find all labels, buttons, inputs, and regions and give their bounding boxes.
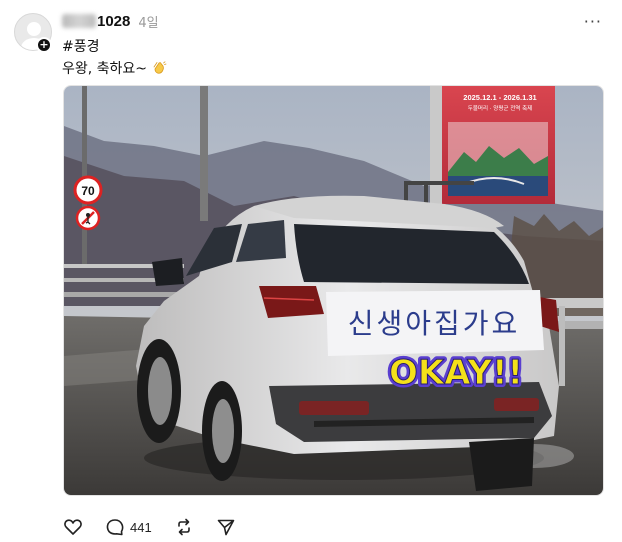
thread-post: + 1028 4일 ··· #풍경 우왕, 축하요~ 70 2025.12.1 …	[0, 0, 622, 542]
speed-limit-sign: 70	[81, 184, 95, 198]
post-timestamp[interactable]: 4일	[138, 12, 158, 31]
username-redacted	[62, 14, 96, 28]
hashtag-link[interactable]: #풍경	[62, 36, 100, 56]
comment-button[interactable]: 441	[105, 517, 152, 537]
share-button[interactable]	[216, 517, 236, 537]
clapping-hands-icon	[153, 61, 167, 74]
post-actions: 441	[63, 516, 258, 538]
car-photo: 70 2025.12.1 - 2026.1.31 두물머리 · 양평군 전역 축…	[64, 86, 603, 495]
comment-count: 441	[130, 519, 152, 535]
post-photo[interactable]: 70 2025.12.1 - 2026.1.31 두물머리 · 양평군 전역 축…	[63, 85, 604, 496]
okay-sticker: OKAY!!	[389, 353, 523, 393]
billboard-subtitle: 두물머리 · 양평군 전역 축제	[468, 104, 532, 112]
avatar[interactable]: +	[14, 13, 54, 53]
post-caption: 우왕, 축하요~	[62, 58, 167, 78]
send-icon	[217, 519, 235, 536]
heart-icon	[64, 519, 82, 535]
repost-icon	[177, 518, 190, 536]
username[interactable]: 1028	[97, 13, 130, 30]
more-options-button[interactable]: ···	[584, 12, 602, 31]
post-header: 1028 4일	[62, 11, 159, 31]
like-button[interactable]	[63, 517, 83, 537]
follow-plus-icon[interactable]: +	[36, 37, 52, 53]
comment-icon	[106, 519, 124, 536]
window-sign-text: 신생아집가요	[348, 307, 521, 340]
repost-button[interactable]	[174, 517, 194, 537]
caption-text: 우왕, 축하요~	[62, 61, 148, 77]
billboard-date: 2025.12.1 - 2026.1.31	[463, 93, 536, 102]
